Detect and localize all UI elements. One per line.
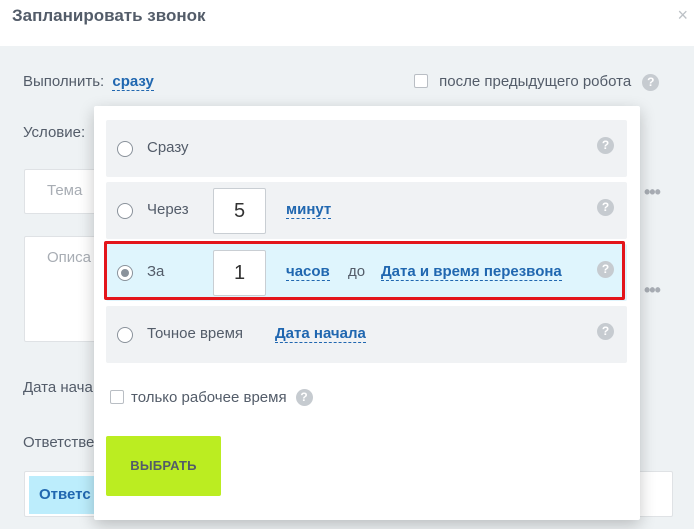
after-previous-checkbox[interactable]	[414, 74, 428, 88]
option-before[interactable]: За 1 часов до Дата и время перезвона ?	[106, 244, 627, 301]
help-icon[interactable]: ?	[642, 74, 660, 91]
topic-placeholder: Тема	[47, 182, 83, 199]
more-options-icon[interactable]: •••	[644, 182, 661, 203]
after-value-input[interactable]: 5	[213, 188, 266, 234]
option-immediately-label: Сразу	[147, 139, 189, 156]
execute-time-popup: Сразу ? Через 5 минут ? За 1 часов до Да…	[94, 106, 640, 520]
before-target-link[interactable]: Дата и время перезвона	[381, 263, 562, 281]
before-value-input[interactable]: 1	[213, 250, 266, 296]
execute-label-text: Выполнить:	[23, 73, 105, 90]
radio-after[interactable]	[117, 203, 133, 219]
only-work-time-checkbox[interactable]	[110, 390, 124, 404]
after-previous-option[interactable]: после предыдущего робота ?	[414, 73, 660, 91]
condition-label: Условие:	[23, 124, 86, 141]
option-exact-time-label: Точное время	[147, 325, 244, 342]
help-icon[interactable]: ?	[597, 323, 614, 340]
responsible-label: Ответстве	[23, 434, 95, 451]
help-icon[interactable]: ?	[597, 199, 614, 216]
exact-time-target-link[interactable]: Дата начала	[275, 325, 366, 343]
radio-before[interactable]	[117, 265, 133, 281]
after-previous-label: после предыдущего робота	[439, 73, 632, 90]
radio-exact-time[interactable]	[117, 327, 133, 343]
more-options-icon[interactable]: •••	[644, 280, 661, 301]
before-unit-link[interactable]: часов	[286, 263, 330, 281]
option-after[interactable]: Через 5 минут ?	[106, 182, 627, 239]
close-icon[interactable]: ×	[677, 6, 688, 24]
execute-value-link[interactable]: сразу	[112, 73, 154, 91]
option-before-label: За	[147, 263, 165, 280]
description-input[interactable]: Описа	[24, 236, 104, 342]
radio-immediately[interactable]	[117, 141, 133, 157]
help-icon[interactable]: ?	[597, 261, 614, 278]
dialog-title: Запланировать звонок	[12, 6, 206, 25]
start-date-label: Дата нача	[23, 379, 93, 396]
after-unit-link[interactable]: минут	[286, 201, 332, 219]
option-after-label: Через	[147, 201, 189, 218]
help-icon[interactable]: ?	[597, 137, 614, 154]
execute-label: Выполнить: сразу	[23, 73, 154, 91]
topic-input[interactable]: Тема	[24, 169, 104, 214]
only-work-time-label: только рабочее время	[131, 389, 287, 406]
description-placeholder: Описа	[47, 249, 92, 266]
before-word: до	[348, 263, 366, 280]
option-immediately[interactable]: Сразу ?	[106, 120, 627, 177]
only-work-time-option[interactable]: только рабочее время?	[110, 389, 313, 406]
option-exact-time[interactable]: Точное время Дата начала ?	[106, 306, 627, 363]
help-icon[interactable]: ?	[295, 389, 313, 406]
dialog-header: Запланировать звонок ×	[0, 0, 694, 46]
select-button[interactable]: ВЫБРАТЬ	[106, 436, 221, 496]
